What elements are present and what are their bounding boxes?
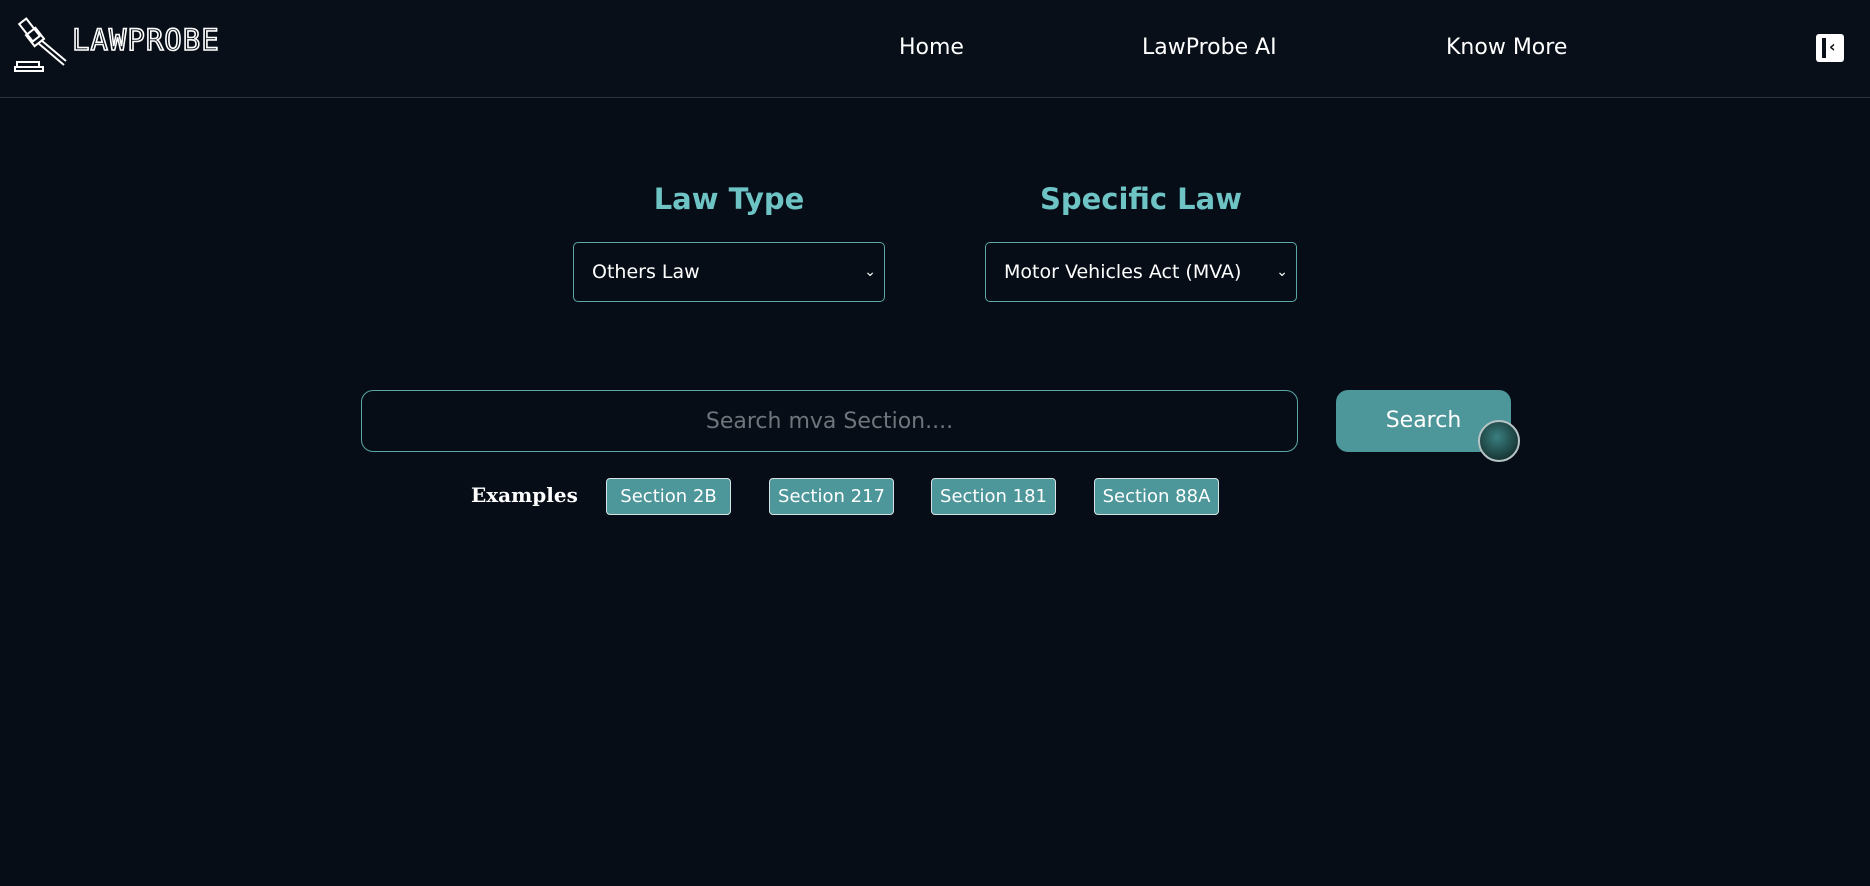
sidebar-collapse-icon[interactable]: ‹ [1816, 34, 1844, 62]
specific-law-label: Specific Law [1039, 182, 1243, 216]
top-navbar: LAWPROBE Home LawProbe AI Know More ‹ [0, 0, 1870, 98]
law-type-select[interactable]: Others Law ⌄ [573, 242, 885, 302]
law-type-selected: Others Law [592, 261, 700, 283]
law-type-label: Law Type [653, 182, 805, 216]
example-chip-section-2b[interactable]: Section 2B [606, 478, 731, 515]
nav-lawprobe-ai[interactable]: LawProbe AI [1142, 35, 1277, 60]
specific-law-select[interactable]: Motor Vehicles Act (MVA) ⌄ [985, 242, 1297, 302]
logo[interactable]: LAWPROBE [14, 16, 220, 72]
example-chip-section-88a[interactable]: Section 88A [1094, 478, 1219, 515]
example-chip-section-217[interactable]: Section 217 [769, 478, 894, 515]
chevron-down-icon: ⌄ [1276, 264, 1288, 280]
cursor-indicator [1478, 420, 1520, 462]
nav-know-more[interactable]: Know More [1446, 35, 1567, 60]
examples-label: Examples [471, 483, 578, 507]
example-chip-section-181[interactable]: Section 181 [931, 478, 1056, 515]
nav-home[interactable]: Home [899, 35, 964, 60]
chevron-down-icon: ⌄ [864, 264, 876, 280]
section-search-input[interactable] [361, 390, 1298, 452]
specific-law-selected: Motor Vehicles Act (MVA) [1004, 261, 1242, 283]
gavel-icon [14, 16, 68, 72]
logo-text: LAWPROBE [71, 22, 220, 58]
